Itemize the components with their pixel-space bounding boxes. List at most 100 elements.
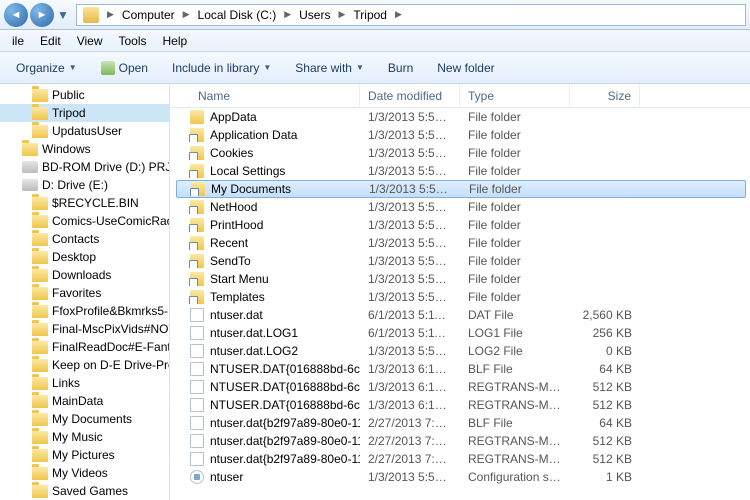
tree-item[interactable]: Desktop: [0, 248, 169, 266]
file-row[interactable]: ntuser.dat6/1/2013 5:11 PMDAT File2,560 …: [170, 306, 750, 324]
file-type: File folder: [461, 182, 571, 196]
burn-button[interactable]: Burn: [378, 57, 423, 79]
tree-item[interactable]: Final-MscPixVids#NOTE13.9: [0, 320, 169, 338]
file-date: 2/27/2013 7:33 AM: [360, 416, 460, 430]
tree-item[interactable]: Public: [0, 86, 169, 104]
tree-item-label: Contacts: [52, 232, 99, 246]
forward-button[interactable]: ►: [30, 3, 54, 27]
tree-item[interactable]: D: Drive (E:): [0, 176, 169, 194]
file-type: REGTRANS-MS File: [460, 398, 570, 412]
file-row[interactable]: Recent1/3/2013 5:56 AMFile folder: [170, 234, 750, 252]
tree-item[interactable]: Saved Games: [0, 482, 169, 500]
tree-item-label: Final-MscPixVids#NOTE13.9: [52, 322, 169, 336]
file-name: ntuser.dat.LOG1: [210, 326, 298, 340]
file-row[interactable]: ntuser.dat.LOG16/1/2013 5:11 PMLOG1 File…: [170, 324, 750, 342]
file-row[interactable]: Start Menu1/3/2013 5:56 AMFile folder: [170, 270, 750, 288]
file-name: PrintHood: [210, 218, 263, 232]
menu-tools[interactable]: Tools: [111, 32, 155, 50]
tree-item[interactable]: Contacts: [0, 230, 169, 248]
file-row[interactable]: Application Data1/3/2013 5:56 AMFile fol…: [170, 126, 750, 144]
file-type: REGTRANS-MS File: [460, 434, 570, 448]
file-type: File folder: [460, 200, 570, 214]
menu-edit[interactable]: Edit: [32, 32, 69, 50]
nav-history-dropdown[interactable]: ▼: [56, 5, 70, 25]
file-row[interactable]: Local Settings1/3/2013 5:56 AMFile folde…: [170, 162, 750, 180]
tree-item[interactable]: FinalReadDoc#E-FantLaCe22: [0, 338, 169, 356]
file-row[interactable]: ntuser.dat.LOG21/3/2013 5:56 AMLOG2 File…: [170, 342, 750, 360]
tree-item[interactable]: Keep on D-E Drive-Programs: [0, 356, 169, 374]
file-row[interactable]: ntuser.dat{b2f97a89-80e0-11e2...2/27/201…: [170, 450, 750, 468]
tree-item[interactable]: Windows: [0, 140, 169, 158]
breadcrumb-bar[interactable]: ▶ Computer ▶ Local Disk (C:) ▶ Users ▶ T…: [76, 4, 746, 26]
file-date: 1/3/2013 5:56 AM: [360, 236, 460, 250]
tree-item[interactable]: BD-ROM Drive (D:) PRJ_20080: [0, 158, 169, 176]
share-with-button[interactable]: Share with▼: [285, 57, 374, 79]
file-row[interactable]: SendTo1/3/2013 5:56 AMFile folder: [170, 252, 750, 270]
breadcrumb-computer[interactable]: Computer: [118, 8, 179, 22]
file-row[interactable]: PrintHood1/3/2013 5:56 AMFile folder: [170, 216, 750, 234]
folder-icon: [32, 287, 48, 300]
tree-item[interactable]: My Documents: [0, 410, 169, 428]
tree-item[interactable]: Favorites: [0, 284, 169, 302]
folder-icon: [32, 377, 48, 390]
organize-button[interactable]: Organize▼: [6, 57, 87, 79]
file-list-pane[interactable]: Name Date modified Type Size AppData1/3/…: [170, 84, 750, 500]
chevron-right-icon[interactable]: ▶: [334, 9, 349, 20]
file-name: ntuser.dat.LOG2: [210, 344, 298, 358]
file-row[interactable]: ntuser.dat{b2f97a89-80e0-11e2...2/27/201…: [170, 432, 750, 450]
tree-item-label: My Videos: [52, 466, 108, 480]
tree-item[interactable]: My Pictures: [0, 446, 169, 464]
tree-item[interactable]: UpdatusUser: [0, 122, 169, 140]
column-header-type[interactable]: Type: [460, 84, 570, 107]
file-row[interactable]: Cookies1/3/2013 5:56 AMFile folder: [170, 144, 750, 162]
tree-item-label: Downloads: [52, 268, 111, 282]
file-row[interactable]: ntuser.dat{b2f97a89-80e0-11e2...2/27/201…: [170, 414, 750, 432]
breadcrumb-users[interactable]: Users: [295, 8, 334, 22]
menu-view[interactable]: View: [69, 32, 111, 50]
tree-item[interactable]: My Music: [0, 428, 169, 446]
file-name: My Documents: [211, 182, 291, 196]
tree-item[interactable]: My Videos: [0, 464, 169, 482]
file-date: 6/1/2013 5:11 PM: [360, 308, 460, 322]
folder-icon: [32, 413, 48, 426]
tree-item[interactable]: Tripod: [0, 104, 169, 122]
file-row[interactable]: My Documents1/3/2013 5:56 AMFile folder: [176, 180, 746, 198]
tree-item[interactable]: Downloads: [0, 266, 169, 284]
file-date: 1/3/2013 5:56 AM: [360, 146, 460, 160]
column-header-size[interactable]: Size: [570, 84, 640, 107]
chevron-right-icon[interactable]: ▶: [103, 9, 118, 20]
folder-icon: [32, 251, 48, 264]
file-row[interactable]: NTUSER.DAT{016888bd-6c6f-11...1/3/2013 6…: [170, 396, 750, 414]
include-library-button[interactable]: Include in library▼: [162, 57, 281, 79]
tree-item[interactable]: FfoxProfile&Bkmrks5-15-13: [0, 302, 169, 320]
file-row[interactable]: AppData1/3/2013 5:56 AMFile folder: [170, 108, 750, 126]
tree-item[interactable]: $RECYCLE.BIN: [0, 194, 169, 212]
breadcrumb-tripod[interactable]: Tripod: [349, 8, 391, 22]
file-row[interactable]: ntuser1/3/2013 5:56 AMConfiguration sett…: [170, 468, 750, 486]
back-button[interactable]: ◄: [4, 3, 28, 27]
tree-item[interactable]: Comics-UseComicRack-allCo: [0, 212, 169, 230]
file-row[interactable]: NTUSER.DAT{016888bd-6c6f-11...1/3/2013 6…: [170, 360, 750, 378]
chevron-down-icon: ▼: [69, 63, 77, 72]
column-header-date[interactable]: Date modified: [360, 84, 460, 107]
menu-help[interactable]: Help: [155, 32, 196, 50]
new-folder-button[interactable]: New folder: [427, 57, 504, 79]
tree-item[interactable]: Links: [0, 374, 169, 392]
column-header-name[interactable]: Name: [170, 84, 360, 107]
chevron-right-icon[interactable]: ▶: [391, 9, 406, 20]
open-button[interactable]: Open: [91, 57, 158, 79]
file-type: File folder: [460, 128, 570, 142]
file-size: 0 KB: [570, 344, 640, 358]
file-row[interactable]: NetHood1/3/2013 5:56 AMFile folder: [170, 198, 750, 216]
file-row[interactable]: Templates1/3/2013 5:56 AMFile folder: [170, 288, 750, 306]
tree-item[interactable]: MainData: [0, 392, 169, 410]
file-row[interactable]: NTUSER.DAT{016888bd-6c6f-11...1/3/2013 6…: [170, 378, 750, 396]
navigation-tree[interactable]: PublicTripodUpdatusUserWindowsBD-ROM Dri…: [0, 84, 170, 500]
menu-file[interactable]: ile: [4, 32, 32, 50]
file-size: 512 KB: [570, 380, 640, 394]
file-icon: [190, 362, 204, 376]
breadcrumb-disk[interactable]: Local Disk (C:): [194, 8, 281, 22]
folder-icon: [22, 143, 38, 156]
chevron-right-icon[interactable]: ▶: [179, 9, 194, 20]
chevron-right-icon[interactable]: ▶: [280, 9, 295, 20]
